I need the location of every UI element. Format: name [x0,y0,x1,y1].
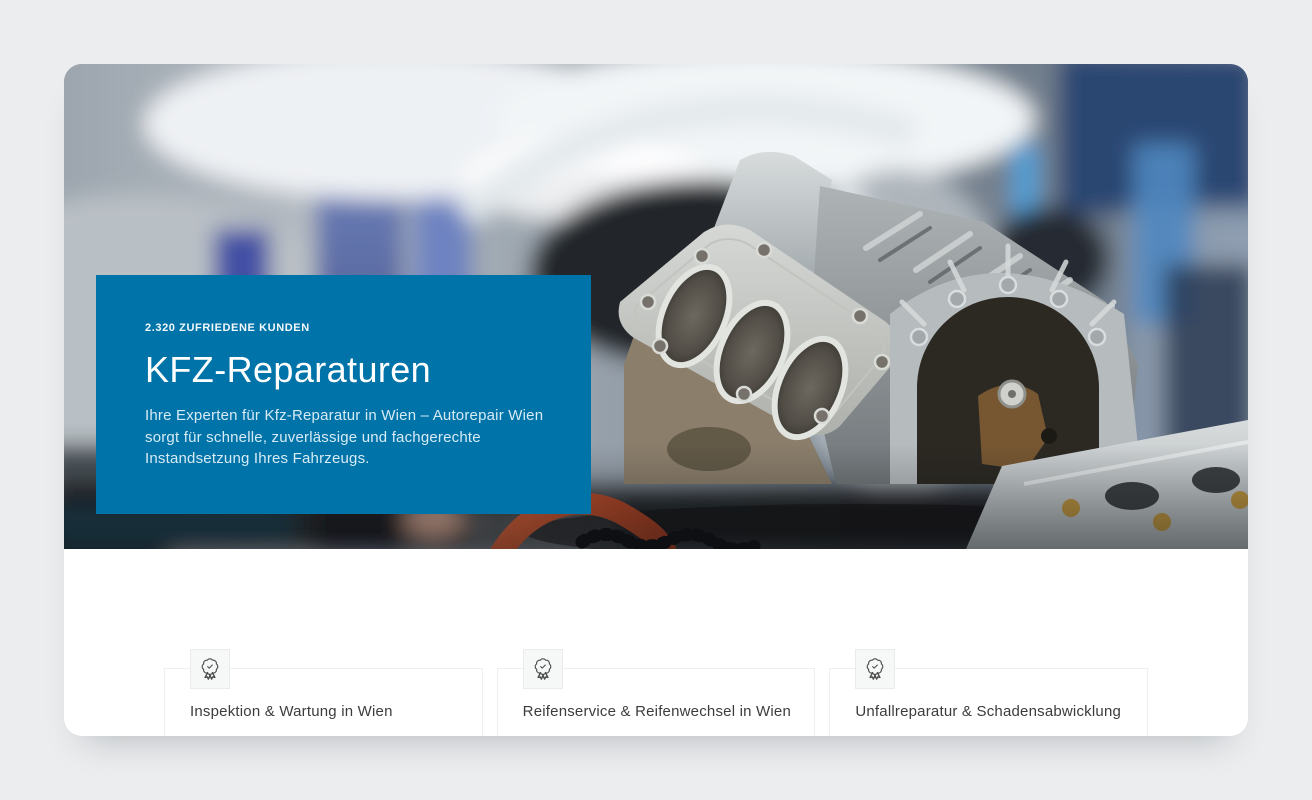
customers-count-label: 2.320 ZUFRIEDENE KUNDEN [145,322,547,334]
award-badge-icon [863,657,887,681]
page-background: { "hero": { "eyebrow": "2.320 ZUFRIEDENE… [0,0,1312,800]
service-card-title: Reifenservice & Reifenwechsel in Wien [523,703,791,721]
award-badge-icon [198,657,222,681]
service-card-title: Unfallreparatur & Schadensabwicklung [855,703,1121,721]
service-card-title: Inspektion & Wartung in Wien [190,703,393,721]
service-card-unfallreparatur[interactable]: Unfallreparatur & Schadensabwicklung [829,668,1148,736]
service-card-inspektion-wartung[interactable]: Inspektion & Wartung in Wien [164,668,483,736]
hero-overlay-panel: 2.320 ZUFRIEDENE KUNDEN KFZ-Reparaturen … [96,275,591,514]
hero-section: 2.320 ZUFRIEDENE KUNDEN KFZ-Reparaturen … [64,64,1248,549]
icon-tile [523,649,563,689]
main-card: 2.320 ZUFRIEDENE KUNDEN KFZ-Reparaturen … [64,64,1248,736]
service-card-reifenservice[interactable]: Reifenservice & Reifenwechsel in Wien [497,668,816,736]
icon-tile [855,649,895,689]
services-row: Inspektion & Wartung in Wien Reifenservi… [164,668,1148,736]
award-badge-icon [531,657,555,681]
hero-description: Ihre Experten für Kfz-Reparatur in Wien … [145,405,547,470]
page-title: KFZ-Reparaturen [145,349,547,391]
icon-tile [190,649,230,689]
